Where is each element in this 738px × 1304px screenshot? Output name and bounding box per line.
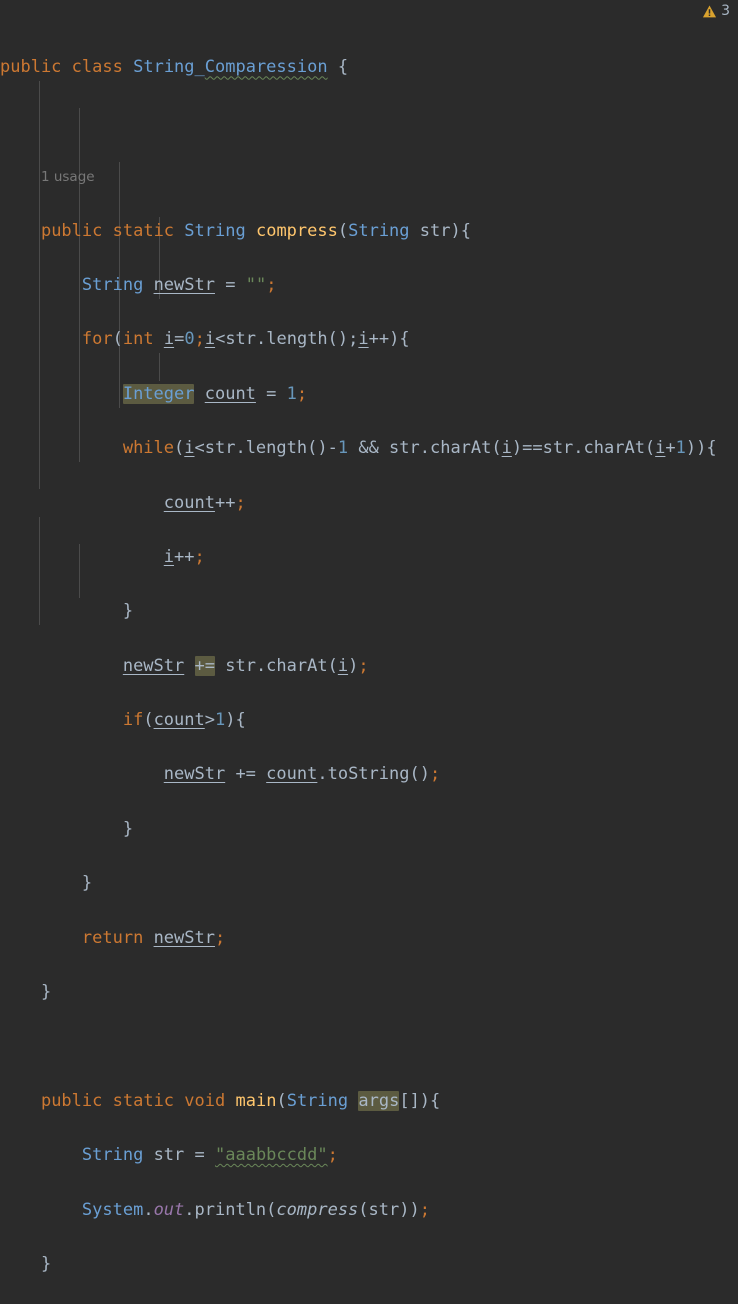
code-line: public static void main(String args[]){ [40, 1090, 441, 1111]
code-line: String str = "aaabbccdd"; [81, 1145, 338, 1166]
code-line: i++; [163, 546, 205, 567]
inspection-count: 3 [721, 3, 730, 19]
code-line: for(int i=0;i<str.length();i++){ [81, 329, 410, 350]
code-editor[interactable]: 3 public class String_Comparession { 1 u… [0, 0, 738, 1274]
code-line: } [81, 873, 93, 894]
usage-hint[interactable]: 1 usage [41, 169, 95, 185]
code-text[interactable]: public class String_Comparession { 1 usa… [0, 0, 738, 1304]
code-line: while(i<str.length()-1 && str.charAt(i)=… [122, 438, 717, 459]
code-line: } [40, 982, 52, 1003]
code-line: 1 usage [0, 163, 738, 190]
code-line: String newStr = ""; [81, 274, 277, 295]
code-line: } [122, 601, 134, 622]
code-line: count++; [163, 492, 246, 513]
code-line: System.out.println(compress(str)); [81, 1199, 430, 1220]
highlighted-token: += [194, 655, 215, 676]
inspections-widget[interactable]: 3 [702, 3, 730, 19]
code-line: public class String_Comparession { [0, 57, 349, 78]
code-line: public static String compress(String str… [40, 220, 471, 241]
code-line: newStr += str.charAt(i); [122, 655, 369, 676]
code-line: newStr += count.toString(); [163, 764, 441, 785]
code-line: if(count>1){ [122, 710, 246, 731]
code-line: return newStr; [81, 927, 226, 948]
code-line: Integer count = 1; [122, 383, 308, 404]
warning-triangle-icon [702, 4, 717, 19]
code-line: } [122, 818, 134, 839]
highlighted-token: args [358, 1090, 400, 1111]
code-line: } [40, 1254, 52, 1274]
highlighted-token: Integer [122, 383, 195, 404]
